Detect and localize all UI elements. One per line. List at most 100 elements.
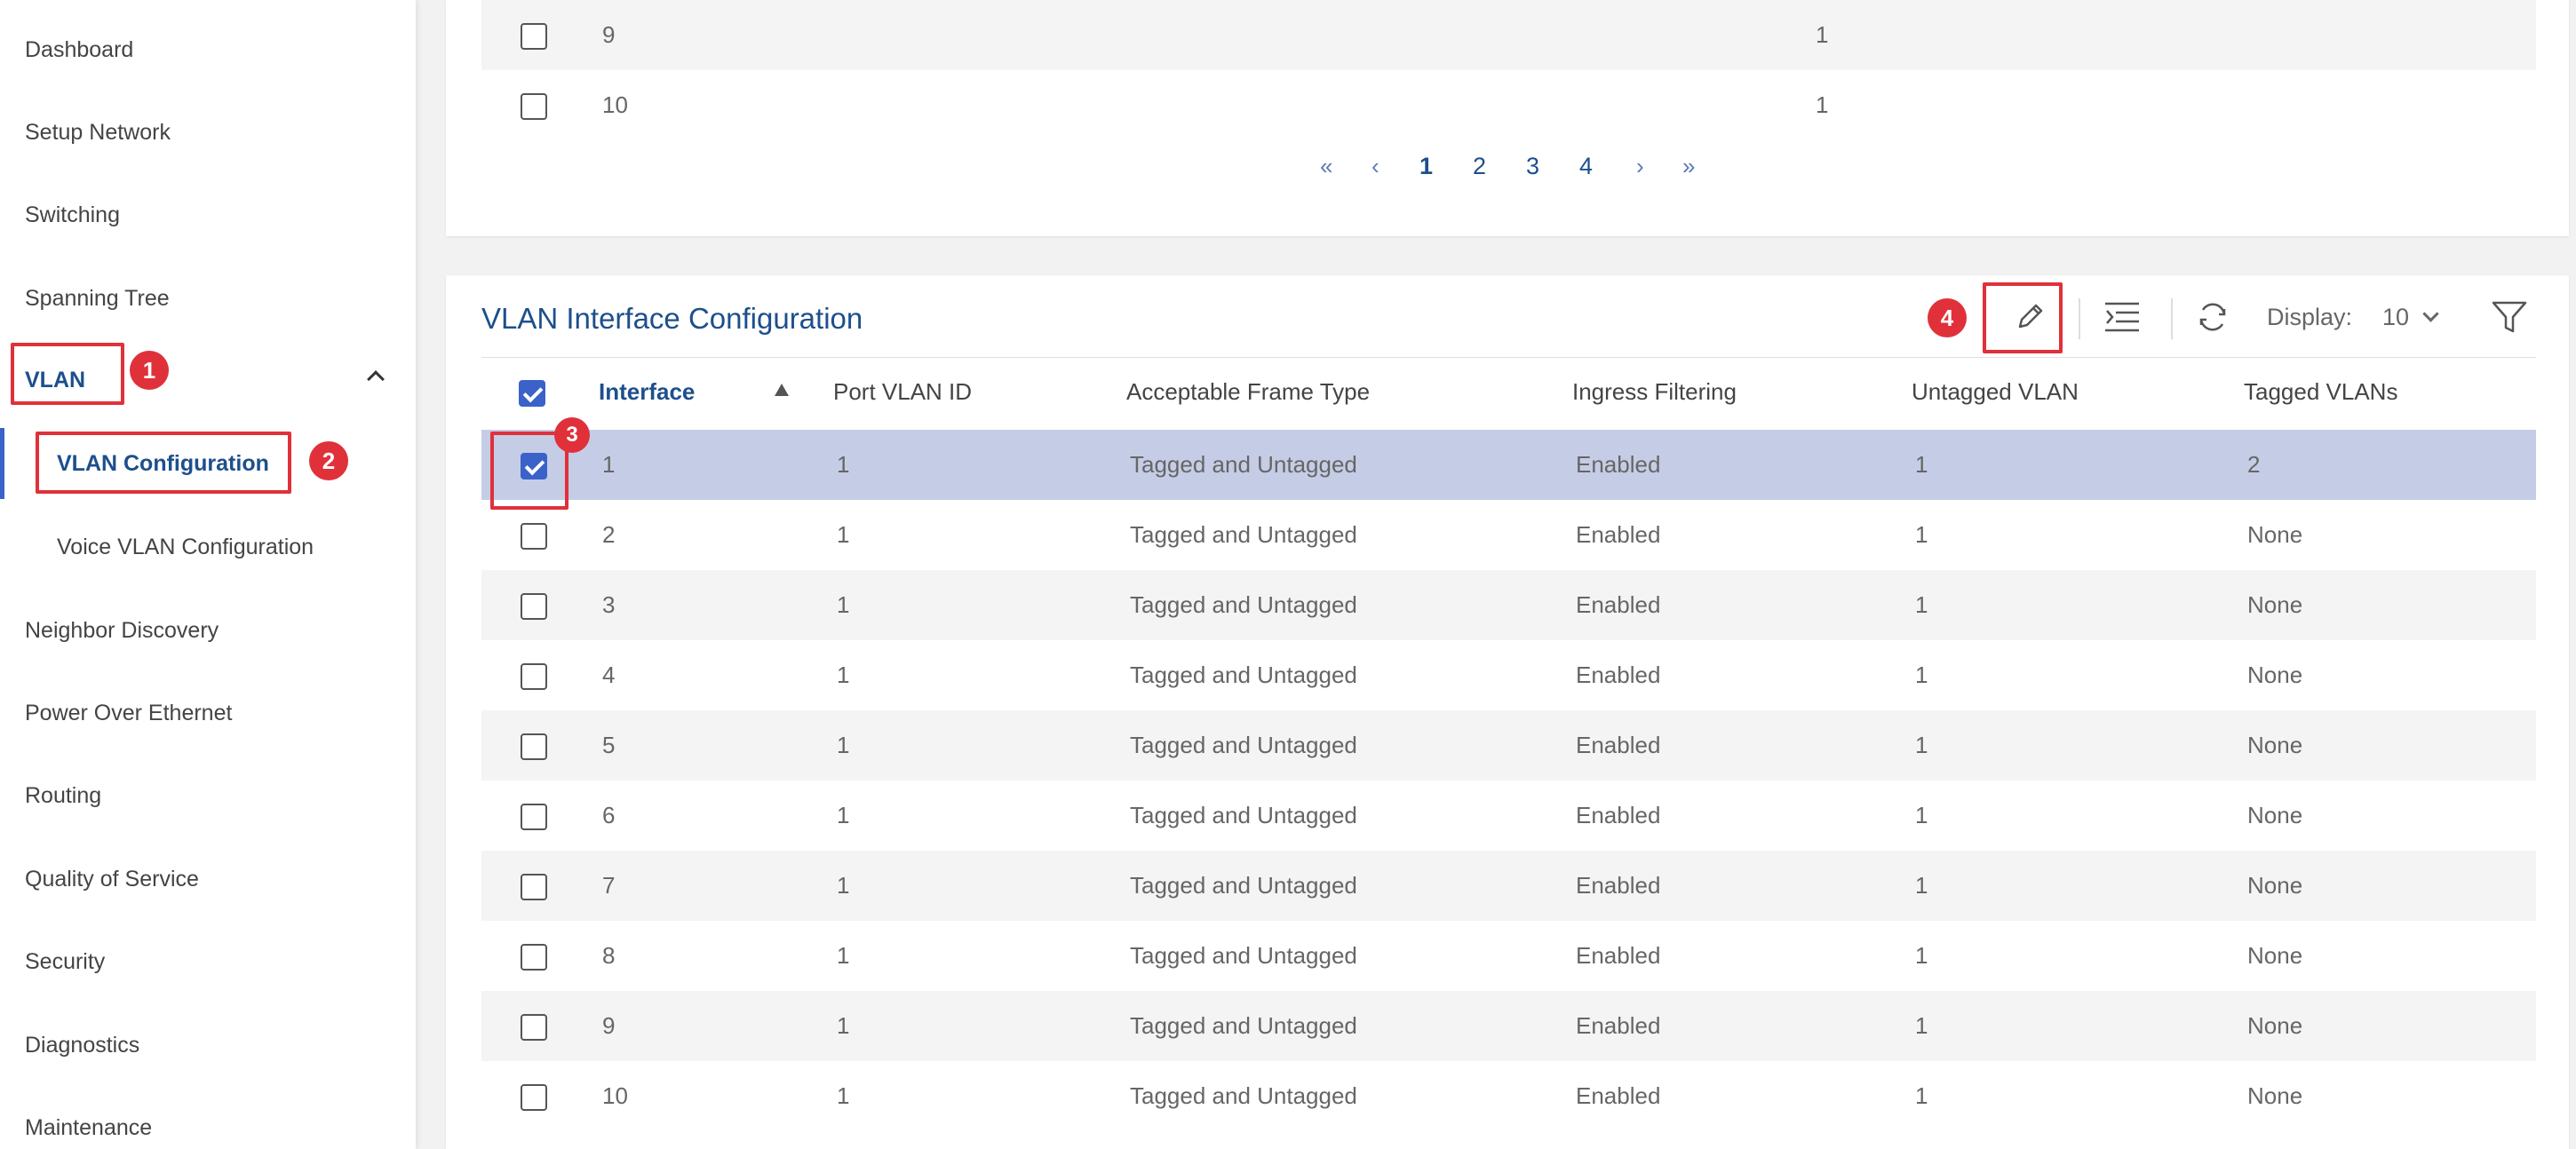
chevron-down-icon[interactable] [2422, 305, 2439, 322]
row-checkbox[interactable] [521, 874, 547, 900]
table-row[interactable]: 2 1 Tagged and Untagged Enabled 1 None [481, 500, 2536, 570]
ingress-filtering-cell: Enabled [1576, 451, 1661, 478]
tagged-vlans-cell: None [2247, 1012, 2303, 1039]
pagination-page-4[interactable]: 4 [1579, 153, 1593, 180]
table-row[interactable]: 3 1 Tagged and Untagged Enabled 1 None [481, 570, 2536, 640]
port-vlan-id-cell: 1 [837, 521, 850, 548]
interface-cell: 7 [602, 872, 616, 899]
row-checkbox[interactable] [521, 523, 547, 550]
port-vlan-id-cell: 1 [837, 1012, 850, 1039]
table-row[interactable]: 10 1 Tagged and Untagged Enabled 1 None [481, 1061, 2536, 1131]
table-row[interactable]: 9 1 Tagged and Untagged Enabled 1 None [481, 991, 2536, 1061]
column-header-port-vlan-id[interactable]: Port VLAN ID [833, 378, 972, 406]
sort-ascending-icon[interactable] [775, 384, 789, 396]
annotation-badge-4: 4 [1928, 298, 1967, 337]
pagination-prev[interactable]: ‹ [1371, 153, 1379, 180]
ingress-filtering-cell: Enabled [1576, 662, 1661, 688]
table-row[interactable]: 1 1 Tagged and Untagged Enabled 1 2 [481, 430, 2536, 500]
pagination-last[interactable]: » [1682, 153, 1695, 180]
interface-cell: 4 [602, 662, 616, 688]
vlan-id-cell: 10 [602, 91, 628, 118]
sidebar-item-spanning-tree[interactable]: Spanning Tree [25, 286, 170, 312]
untagged-vlan-cell: 1 [1915, 732, 1928, 758]
vlan-interface-configuration-panel: VLAN Interface Configuration Display: 10… [446, 275, 2569, 1149]
annotation-badge-2: 2 [309, 441, 348, 480]
vlan-value-cell: 1 [1816, 21, 1829, 48]
annotation-box-vlan [11, 343, 124, 405]
refresh-icon[interactable] [2196, 300, 2230, 334]
ingress-filtering-cell: Enabled [1576, 872, 1661, 899]
sidebar-item-neighbor-discovery[interactable]: Neighbor Discovery [25, 618, 219, 644]
table-row: 10 1 [481, 70, 2536, 140]
interface-cell: 9 [602, 1012, 616, 1039]
table-row: 9 1 [481, 0, 2536, 70]
untagged-vlan-cell: 1 [1915, 1012, 1928, 1039]
interface-cell: 1 [602, 451, 616, 478]
pagination-next[interactable]: › [1636, 153, 1644, 180]
tagged-vlans-cell: None [2247, 872, 2303, 899]
row-checkbox[interactable] [521, 944, 547, 971]
pagination-page-1[interactable]: 1 [1419, 153, 1433, 180]
acceptable-frame-type-cell: Tagged and Untagged [1130, 451, 1357, 478]
interface-cell: 2 [602, 521, 616, 548]
tagged-vlans-cell: 2 [2247, 451, 2261, 478]
row-checkbox[interactable] [521, 1084, 547, 1111]
column-select-icon[interactable] [2103, 300, 2141, 334]
select-all-checkbox[interactable] [519, 380, 545, 407]
row-checkbox[interactable] [521, 804, 547, 830]
row-checkbox[interactable] [521, 733, 547, 760]
sidebar-item-switching[interactable]: Switching [25, 202, 120, 228]
tagged-vlans-cell: None [2247, 662, 2303, 688]
column-header-interface[interactable]: Interface [599, 378, 695, 406]
sidebar-item-power-over-ethernet[interactable]: Power Over Ethernet [25, 701, 232, 726]
port-vlan-id-cell: 1 [837, 591, 850, 618]
untagged-vlan-cell: 1 [1915, 872, 1928, 899]
sidebar-item-diagnostics[interactable]: Diagnostics [25, 1033, 139, 1058]
tagged-vlans-cell: None [2247, 732, 2303, 758]
untagged-vlan-cell: 1 [1915, 662, 1928, 688]
table-row[interactable]: 7 1 Tagged and Untagged Enabled 1 None [481, 851, 2536, 921]
row-checkbox[interactable] [521, 593, 547, 620]
interface-cell: 10 [602, 1082, 628, 1109]
sidebar-item-security[interactable]: Security [25, 949, 105, 975]
table-row[interactable]: 6 1 Tagged and Untagged Enabled 1 None [481, 781, 2536, 851]
interface-cell: 3 [602, 591, 616, 618]
acceptable-frame-type-cell: Tagged and Untagged [1130, 942, 1357, 969]
ingress-filtering-cell: Enabled [1576, 1082, 1661, 1109]
sidebar-item-setup-network[interactable]: Setup Network [25, 120, 171, 146]
sidebar-item-quality-of-service[interactable]: Quality of Service [25, 867, 199, 892]
row-checkbox[interactable] [521, 93, 547, 120]
table-row[interactable]: 4 1 Tagged and Untagged Enabled 1 None [481, 640, 2536, 710]
sidebar-item-maintenance[interactable]: Maintenance [25, 1115, 152, 1141]
column-header-acceptable-frame-type[interactable]: Acceptable Frame Type [1126, 378, 1370, 406]
display-select[interactable]: 10 [2382, 304, 2409, 331]
sidebar-item-dashboard[interactable]: Dashboard [25, 37, 133, 63]
row-checkbox[interactable] [521, 1014, 547, 1041]
row-checkbox[interactable] [521, 23, 547, 50]
row-checkbox[interactable] [521, 663, 547, 690]
untagged-vlan-cell: 1 [1915, 1082, 1928, 1109]
ingress-filtering-cell: Enabled [1576, 732, 1661, 758]
column-header-tagged-vlans[interactable]: Tagged VLANs [2244, 378, 2397, 406]
port-vlan-id-cell: 1 [837, 872, 850, 899]
vlan-table-panel: 9 1 10 1 « ‹ 1 2 3 4 › » [446, 0, 2569, 236]
pagination-first[interactable]: « [1320, 153, 1332, 180]
acceptable-frame-type-cell: Tagged and Untagged [1130, 1082, 1357, 1109]
sidebar-item-routing[interactable]: Routing [25, 783, 101, 809]
active-indicator [0, 428, 4, 499]
sidebar-item-voice-vlan-configuration[interactable]: Voice VLAN Configuration [57, 535, 314, 560]
column-header-untagged-vlan[interactable]: Untagged VLAN [1912, 378, 2079, 406]
acceptable-frame-type-cell: Tagged and Untagged [1130, 872, 1357, 899]
interface-cell: 6 [602, 802, 616, 828]
column-header-ingress-filtering[interactable]: Ingress Filtering [1572, 378, 1737, 406]
sidebar-nav: Dashboard Setup Network Switching Spanni… [0, 0, 416, 1149]
pagination-page-2[interactable]: 2 [1473, 153, 1486, 180]
table-row[interactable]: 8 1 Tagged and Untagged Enabled 1 None [481, 921, 2536, 991]
acceptable-frame-type-cell: Tagged and Untagged [1130, 732, 1357, 758]
table-row[interactable]: 5 1 Tagged and Untagged Enabled 1 None [481, 710, 2536, 781]
chevron-up-icon[interactable] [367, 370, 385, 388]
acceptable-frame-type-cell: Tagged and Untagged [1130, 1012, 1357, 1039]
tagged-vlans-cell: None [2247, 591, 2303, 618]
filter-icon[interactable] [2491, 298, 2528, 336]
pagination-page-3[interactable]: 3 [1526, 153, 1539, 180]
